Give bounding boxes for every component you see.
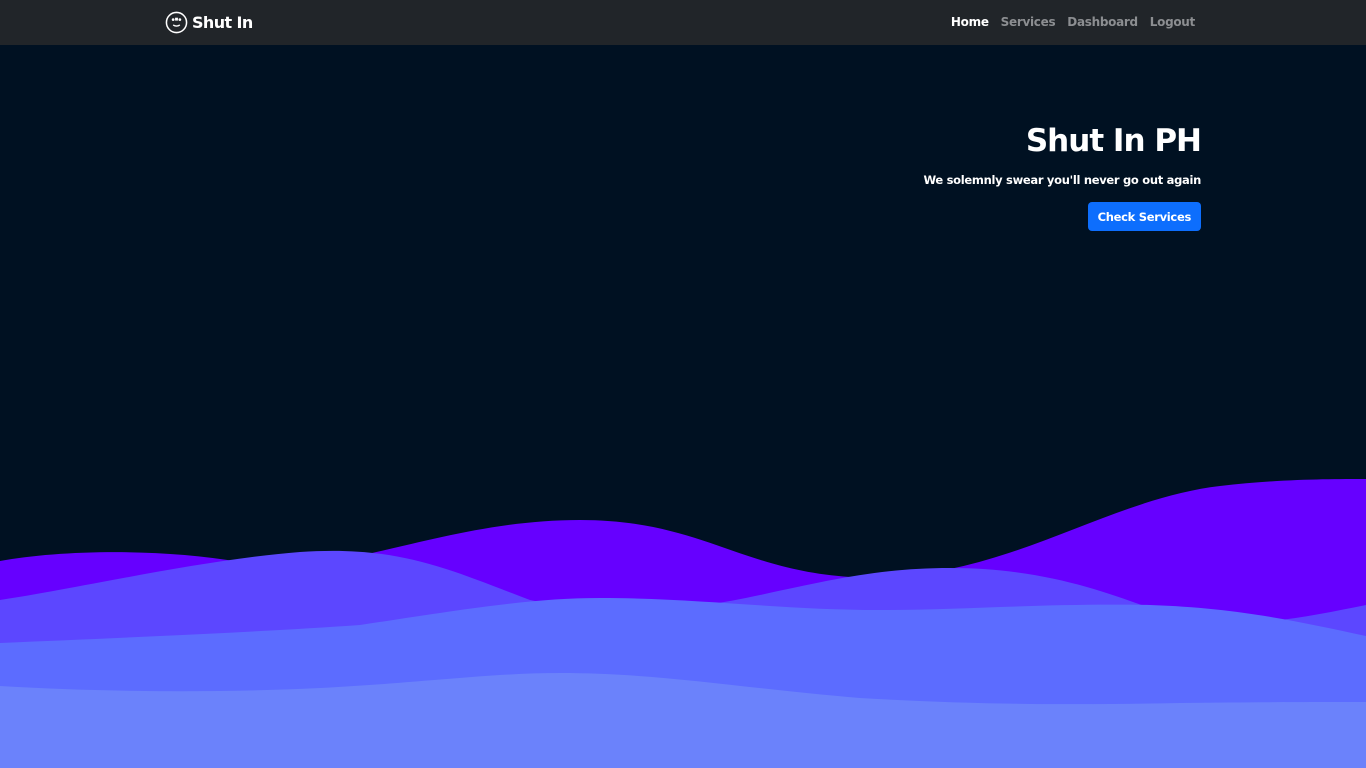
hero-subtitle: We solemnly swear you'll never go out ag…: [923, 173, 1201, 187]
hero-title: Shut In PH: [1025, 123, 1202, 159]
nav-link-home[interactable]: Home: [951, 15, 989, 29]
top-navbar: Shut In Home Services Dashboard Logout: [0, 0, 1366, 45]
brand-link[interactable]: Shut In: [165, 11, 253, 34]
check-services-button[interactable]: Check Services: [1087, 202, 1201, 231]
smiley-face-icon: [165, 11, 188, 34]
nav-link-services[interactable]: Services: [1001, 15, 1056, 29]
brand-label: Shut In: [192, 13, 253, 32]
wave-background: [0, 479, 1366, 768]
hero-section: Shut In PH We solemnly swear you'll neve…: [923, 122, 1202, 231]
nav-links: Home Services Dashboard Logout: [951, 15, 1195, 29]
nav-link-logout[interactable]: Logout: [1150, 15, 1196, 29]
nav-link-dashboard[interactable]: Dashboard: [1067, 15, 1138, 29]
